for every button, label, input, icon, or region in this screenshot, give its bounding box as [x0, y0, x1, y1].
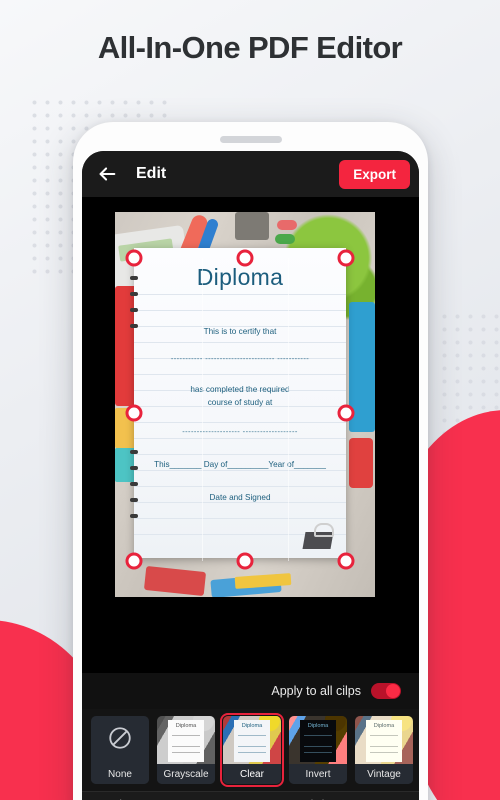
filter-label-grayscale: Grayscale	[157, 764, 215, 784]
apply-to-all-toggle[interactable]	[371, 683, 401, 699]
diploma-line-1: This is to certify that	[203, 327, 277, 336]
crop-handle-bottom-left[interactable]	[125, 552, 143, 570]
crop-handle-middle-right[interactable]	[337, 404, 355, 422]
diploma-dashes-1: ----------- ------------------------ ---…	[170, 354, 310, 363]
app-bar-title: Edit	[136, 165, 167, 182]
filter-thumb-clear: Diploma	[223, 716, 281, 764]
stapler-decor	[235, 212, 269, 240]
arrow-left-icon[interactable]	[96, 163, 118, 185]
app-bar: Edit Export	[82, 151, 419, 197]
diploma-line-4: This_______ Day of_________Year of______…	[154, 460, 326, 469]
filter-item-grayscale[interactable]: Diploma Grayscale	[157, 716, 215, 784]
image-preview-canvas[interactable]: Diploma This is to certify that --------…	[82, 197, 419, 673]
filter-thumb-title-grayscale: Diploma	[175, 723, 197, 729]
crop-handle-top-left[interactable]	[125, 249, 143, 267]
filter-thumb-vintage: Diploma	[355, 716, 413, 764]
crop-handle-bottom-center[interactable]	[236, 552, 254, 570]
phone-mockup: Edit Export Diploma This is to certify t…	[73, 122, 428, 800]
filter-item-none[interactable]: None	[91, 716, 149, 784]
filter-label-clear: Clear	[223, 764, 281, 784]
diploma-line-2: has completed the required	[190, 385, 290, 394]
pencil-decor	[234, 573, 292, 589]
diploma-document: Diploma This is to certify that --------…	[130, 248, 346, 558]
crop-handle-top-center[interactable]	[236, 249, 254, 267]
book-decor	[349, 438, 373, 488]
diploma-line-5: Date and Signed	[209, 493, 271, 502]
filter-item-vintage[interactable]: Diploma Vintage	[355, 716, 413, 784]
phone-screen: Edit Export Diploma This is to certify t…	[82, 151, 419, 800]
crop-handle-middle-left[interactable]	[125, 404, 143, 422]
filter-thumb-title-clear: Diploma	[241, 723, 263, 729]
filter-thumb-invert: Diploma	[289, 716, 347, 764]
diploma-line-3: course of study at	[207, 398, 273, 407]
clip-red-decor	[277, 220, 297, 230]
filter-label-invert: Invert	[289, 764, 347, 784]
diploma-title: Diploma	[196, 264, 284, 290]
filter-item-invert[interactable]: Diploma Invert	[289, 716, 347, 784]
filter-item-clear[interactable]: Diploma Clear	[220, 713, 284, 787]
clip-green-decor	[275, 234, 295, 244]
prohibited-icon	[107, 725, 133, 756]
crop-handle-bottom-right[interactable]	[337, 552, 355, 570]
document-photo: Diploma This is to certify that --------…	[115, 212, 375, 597]
eraser-decor	[143, 565, 207, 597]
diploma-dashes-2: -------------------- -------------------	[182, 427, 298, 436]
filter-label-vintage: Vintage	[355, 764, 413, 784]
filter-thumb-none	[91, 716, 149, 764]
filter-label-none: None	[91, 764, 149, 784]
bottom-toolbar: Rotat Adjust Filter	[82, 791, 419, 800]
apply-to-all-row: Apply to all cilps	[82, 673, 419, 709]
page-title: All-In-One PDF Editor	[97, 30, 403, 65]
filter-strip[interactable]: None Diploma Grayscale Diploma Clear Dip…	[82, 709, 419, 791]
diploma-text-block: Diploma This is to certify that --------…	[134, 248, 346, 558]
binder-clip	[302, 523, 336, 550]
apply-to-all-label: Apply to all cilps	[271, 684, 361, 698]
export-button[interactable]: Export	[339, 159, 410, 189]
filter-thumb-title-invert: Diploma	[307, 723, 329, 729]
filter-thumb-title-vintage: Diploma	[373, 723, 395, 729]
phone-speaker	[219, 136, 282, 143]
filter-thumb-grayscale: Diploma	[157, 716, 215, 764]
crop-handle-top-right[interactable]	[337, 249, 355, 267]
